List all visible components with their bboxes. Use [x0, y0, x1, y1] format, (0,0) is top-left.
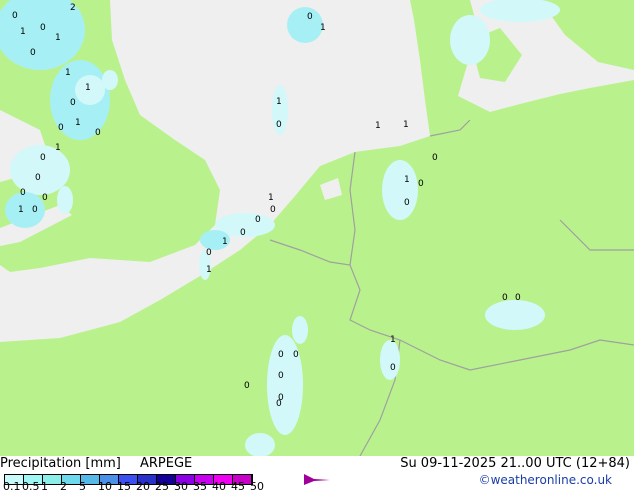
precip-value-label: 0	[270, 205, 276, 215]
precip-value-label: 0	[278, 350, 284, 360]
precip-value-label: 0	[244, 381, 250, 391]
precip-value-label: 1	[206, 265, 212, 275]
precip-value-label: 0	[30, 48, 36, 58]
precip-area	[287, 7, 323, 43]
precip-value-label: 0	[95, 128, 101, 138]
scale-tick: 50	[250, 480, 264, 493]
precip-value-label: 0	[278, 371, 284, 381]
precip-value-label: 1	[320, 23, 326, 33]
precip-value-label: 1	[222, 237, 228, 247]
precip-area	[382, 160, 418, 220]
precip-value-label: 1	[375, 121, 381, 131]
scale-tick: 20	[136, 480, 150, 493]
precip-value-label: 1	[65, 68, 71, 78]
precip-value-label: 0	[432, 153, 438, 163]
precip-value-label: 1	[75, 118, 81, 128]
legend: Precipitation [mm] ARPEGE Su 09-11-2025 …	[0, 456, 634, 493]
precip-value-label: 1	[20, 27, 26, 37]
scale-tick: 0.1	[3, 480, 21, 493]
precip-area	[380, 340, 400, 380]
precip-value-label: 0	[240, 228, 246, 238]
scale-tick: 10	[98, 480, 112, 493]
precip-value-label: 1	[390, 335, 396, 345]
legend-title: Precipitation [mm]	[0, 456, 121, 471]
precip-area	[485, 300, 545, 330]
scale-tick: 2	[60, 480, 67, 493]
precip-value-label: 1	[55, 143, 61, 153]
precip-value-label: 0	[255, 215, 261, 225]
precip-area	[57, 186, 73, 214]
precip-area	[245, 433, 275, 456]
precip-value-label: 0	[276, 399, 282, 409]
precip-value-label: 1	[268, 193, 274, 203]
precip-value-label: 0	[35, 173, 41, 183]
precip-value-label: 0	[404, 198, 410, 208]
scale-tick: 1	[41, 480, 48, 493]
precip-value-label: 0	[20, 188, 26, 198]
precip-area	[292, 316, 308, 344]
precip-area	[102, 70, 118, 90]
overflow-arrow	[304, 474, 330, 485]
precip-value-label: 1	[55, 33, 61, 43]
precip-value-label: 0	[12, 11, 18, 21]
precipitation-map: 01 01201100 1001001 00100010110011110000000…	[0, 0, 634, 456]
precip-value-label: 0	[515, 293, 521, 303]
precip-value-label: 0	[390, 363, 396, 373]
scale-tick: 40	[212, 480, 226, 493]
precip-value-label: 0	[502, 293, 508, 303]
precip-value-label: 0	[293, 350, 299, 360]
precip-value-label: 0	[32, 205, 38, 215]
valid-datetime: Su 09-11-2025 21..00 UTC (12+84)	[400, 456, 630, 471]
precip-value-label: 2	[70, 3, 76, 13]
precip-value-label: 1	[18, 205, 24, 215]
credit-link[interactable]: ©weatheronline.co.uk	[479, 473, 612, 487]
precip-value-label: 0	[206, 248, 212, 258]
precip-value-label: 1	[403, 120, 409, 130]
precip-value-label: 0	[307, 12, 313, 22]
scale-tick: 45	[231, 480, 245, 493]
scale-tick: 35	[193, 480, 207, 493]
precip-value-label: 0	[418, 179, 424, 189]
precip-value-label: 1	[85, 83, 91, 93]
precip-value-label: 0	[276, 120, 282, 130]
scale-tick: 25	[155, 480, 169, 493]
precip-value-label: 1	[276, 97, 282, 107]
precip-value-label: 0	[70, 98, 76, 108]
precip-value-label: 1	[404, 175, 410, 185]
scale-tick: 0.5	[22, 480, 40, 493]
precip-value-label: 0	[58, 123, 64, 133]
precip-value-label: 0	[40, 23, 46, 33]
precip-value-label: 0	[40, 153, 46, 163]
model-name: ARPEGE	[140, 456, 193, 471]
precip-value-label: 0	[42, 193, 48, 203]
scale-tick: 5	[79, 480, 86, 493]
precip-area	[450, 15, 490, 65]
scale-tick: 15	[117, 480, 131, 493]
scale-tick: 30	[174, 480, 188, 493]
